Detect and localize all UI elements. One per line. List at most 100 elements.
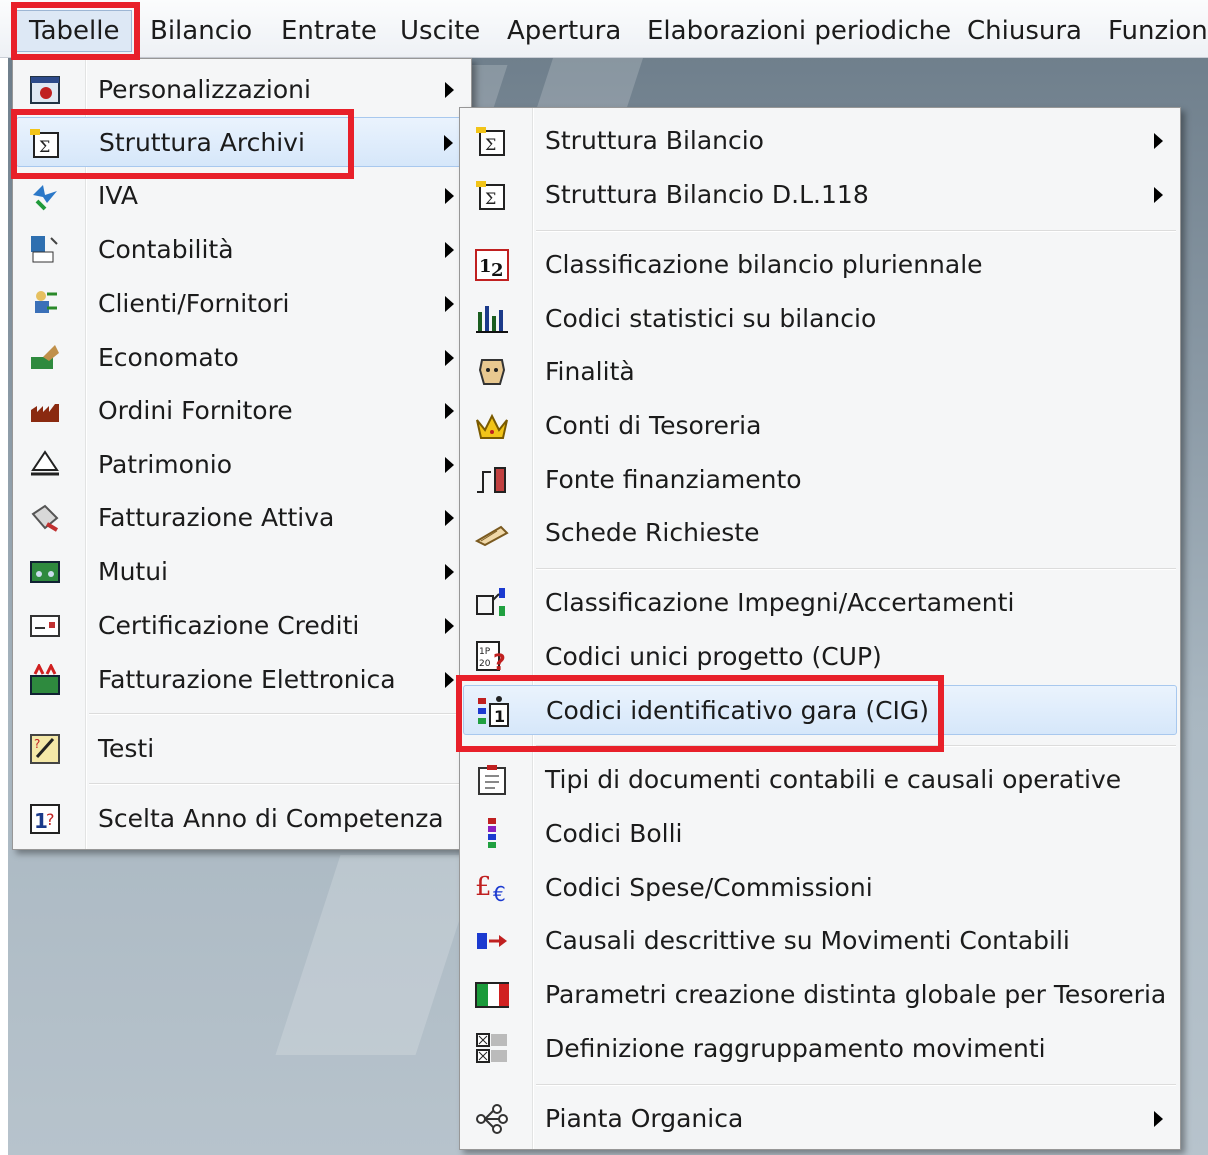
submenu-arrow-icon — [444, 135, 453, 151]
menu-item-codici-bolli[interactable]: Codici Bolli — [463, 809, 1177, 859]
menubar-item-elaborazioni-periodiche[interactable]: Elaborazioni periodiche — [647, 12, 951, 50]
menu-item-tipi-documenti[interactable]: Tipi di documenti contabili e causali op… — [463, 755, 1177, 805]
fatturazione-elettronica-icon — [28, 664, 62, 696]
svg-text:£: £ — [475, 872, 492, 902]
svg-text:€: € — [493, 882, 506, 905]
cig-icon: 1 — [476, 695, 510, 727]
submenu-arrow-icon — [445, 296, 454, 312]
codici-statistici-icon — [475, 303, 509, 335]
menu-item-cig[interactable]: 1 Codici identificativo gara (CIG) — [463, 685, 1177, 735]
menu-item-codici-statistici[interactable]: Codici statistici su bilancio — [463, 294, 1177, 344]
menu-item-classificazione-pluriennale[interactable]: 12 Classificazione bilancio pluriennale — [463, 240, 1177, 290]
menu-item-struttura-bilancio[interactable]: Σ Struttura Bilancio — [463, 116, 1177, 166]
submenu-arrow-icon — [445, 403, 454, 419]
submenu-arrow-icon — [445, 618, 454, 634]
menubar-item-funzioni[interactable]: Funzion — [1108, 12, 1208, 50]
submenu-arrow-icon — [445, 242, 454, 258]
svg-text:?: ? — [493, 651, 506, 674]
svg-text:Σ: Σ — [39, 137, 50, 156]
menu-item-fatturazione-elettronica[interactable]: Fatturazione Elettronica — [16, 655, 468, 705]
submenu-arrow-icon — [1154, 133, 1163, 149]
certificazione-crediti-icon — [28, 610, 62, 642]
crown-icon — [475, 410, 509, 442]
personalizzazioni-icon — [28, 74, 62, 106]
svg-text:2: 2 — [491, 260, 504, 281]
raggruppamento-icon — [475, 1033, 509, 1065]
menu-item-cup[interactable]: 1P 20? Codici unici progetto (CUP) — [463, 632, 1177, 682]
menu-item-struttura-archivi[interactable]: Σ Struttura Archivi — [16, 117, 468, 167]
patrimonio-icon — [28, 449, 62, 481]
submenu-arrow-icon — [445, 457, 454, 473]
menu-separator — [536, 230, 1176, 232]
pianta-organica-icon — [475, 1103, 509, 1135]
menu-item-testi[interactable]: ? Testi — [16, 724, 468, 774]
struttura-bilancio-icon: Σ — [475, 125, 509, 157]
menu-item-fatturazione-attiva[interactable]: Fatturazione Attiva — [16, 493, 468, 543]
svg-text:1: 1 — [494, 707, 505, 726]
classificazione-impegni-icon — [475, 587, 509, 619]
menu-item-mutui[interactable]: Mutui — [16, 547, 468, 597]
clienti-fornitori-icon — [28, 288, 62, 320]
submenu-arrow-icon — [445, 672, 454, 688]
svg-text:1: 1 — [479, 256, 492, 277]
struttura-archivi-submenu: Σ Struttura Bilancio Σ Struttura Bilanci… — [459, 107, 1181, 1150]
menu-separator — [89, 783, 467, 785]
tabelle-menu: Personalizzazioni Σ Struttura Archivi IV… — [12, 58, 472, 850]
menu-separator — [536, 1084, 1176, 1086]
testi-icon: ? — [28, 733, 62, 765]
menu-separator — [536, 745, 1176, 747]
menubar-item-entrate[interactable]: Entrate — [281, 12, 377, 50]
codici-bolli-icon — [475, 818, 509, 850]
menu-separator — [89, 713, 467, 715]
svg-text:20: 20 — [479, 659, 491, 669]
struttura-archivi-icon: Σ — [29, 127, 63, 159]
struttura-bilancio-dl118-icon: Σ — [475, 179, 509, 211]
iva-icon — [28, 180, 62, 212]
menubar-item-uscite[interactable]: Uscite — [400, 12, 480, 50]
causali-descrittive-icon — [475, 925, 509, 957]
menu-separator — [536, 568, 1176, 570]
menubar-item-chiusura[interactable]: Chiusura — [967, 12, 1082, 50]
menu-item-causali-descrittive[interactable]: Causali descrittive su Movimenti Contabi… — [463, 916, 1177, 966]
scelta-anno-icon: 1? — [28, 803, 62, 835]
menu-item-certificazione-crediti[interactable]: Certificazione Crediti — [16, 601, 468, 651]
menu-item-parametri-distinta[interactable]: Parametri creazione distinta globale per… — [463, 970, 1177, 1020]
submenu-arrow-icon — [445, 564, 454, 580]
cup-icon: 1P 20? — [475, 641, 509, 674]
submenu-arrow-icon — [1154, 1111, 1163, 1127]
menu-item-clienti-fornitori[interactable]: Clienti/Fornitori — [16, 279, 468, 329]
svg-text:?: ? — [34, 737, 40, 751]
submenu-arrow-icon — [445, 510, 454, 526]
menu-item-personalizzazioni[interactable]: Personalizzazioni — [16, 65, 468, 115]
menu-item-ordini-fornitore[interactable]: Ordini Fornitore — [16, 386, 468, 436]
submenu-arrow-icon — [1154, 187, 1163, 203]
menu-item-patrimonio[interactable]: Patrimonio — [16, 440, 468, 490]
menu-item-classificazione-impegni[interactable]: Classificazione Impegni/Accertamenti — [463, 578, 1177, 628]
menu-item-schede-richieste[interactable]: Schede Richieste — [463, 508, 1177, 558]
economato-icon — [28, 342, 62, 374]
menubar-item-tabelle[interactable]: Tabelle — [16, 10, 133, 52]
menu-item-fonte-finanziamento[interactable]: Fonte finanziamento — [463, 455, 1177, 505]
fatturazione-attiva-icon — [28, 502, 62, 534]
svg-text:1P: 1P — [479, 647, 491, 657]
menubar-item-bilancio[interactable]: Bilancio — [150, 12, 252, 50]
menubar-item-apertura[interactable]: Apertura — [507, 12, 621, 50]
italian-flag-icon — [475, 979, 509, 1011]
submenu-arrow-icon — [445, 350, 454, 366]
menu-item-pianta-organica[interactable]: Pianta Organica — [463, 1094, 1177, 1144]
submenu-arrow-icon — [445, 82, 454, 98]
menu-item-finalita[interactable]: Finalità — [463, 347, 1177, 397]
menu-item-iva[interactable]: IVA — [16, 171, 468, 221]
menu-item-economato[interactable]: Economato — [16, 333, 468, 383]
classificazione-pluriennale-icon: 12 — [475, 249, 509, 281]
menu-item-scelta-anno[interactable]: 1? Scelta Anno di Competenza — [16, 794, 468, 844]
fonte-finanziamento-icon — [475, 464, 509, 496]
menu-item-struttura-bilancio-dl118[interactable]: Σ Struttura Bilancio D.L.118 — [463, 170, 1177, 220]
svg-text:Σ: Σ — [485, 189, 496, 208]
menu-item-raggruppamento-movimenti[interactable]: Definizione raggruppamento movimenti — [463, 1024, 1177, 1074]
contabilita-icon — [28, 234, 62, 266]
menu-item-conti-tesoreria[interactable]: Conti di Tesoreria — [463, 401, 1177, 451]
mutui-icon — [28, 556, 62, 588]
menu-item-spese-commissioni[interactable]: £ € Codici Spese/Commissioni — [463, 863, 1177, 913]
menu-item-contabilita[interactable]: Contabilità — [16, 225, 468, 275]
